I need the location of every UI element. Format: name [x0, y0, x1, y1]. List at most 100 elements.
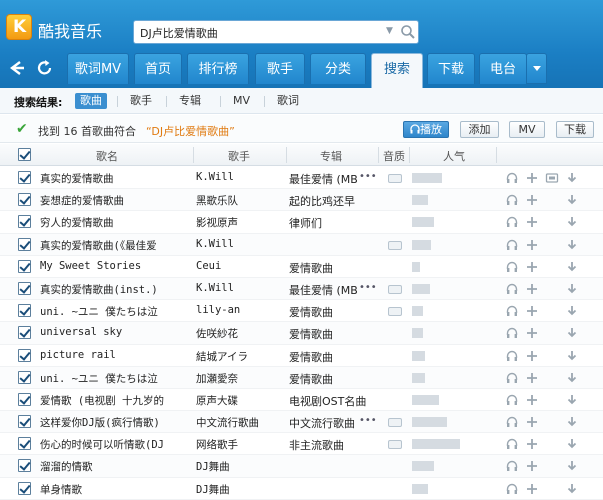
table-row[interactable]: uni. ~ユニ 僕たちは泣 lily-an 爱情歌曲 [0, 300, 603, 323]
song-artist[interactable]: lily-an [196, 304, 282, 316]
add-plus-icon[interactable] [525, 415, 539, 429]
download-arrow-icon[interactable] [565, 171, 579, 185]
listen-headphone-icon[interactable] [505, 482, 519, 496]
song-artist[interactable]: 原声大碟 [196, 393, 282, 408]
tab-6[interactable]: 下载 [427, 53, 475, 84]
add-plus-icon[interactable] [525, 437, 539, 451]
song-artist[interactable]: DJ舞曲 [196, 482, 282, 497]
song-artist[interactable]: DJ舞曲 [196, 459, 282, 474]
song-album[interactable]: 爱情歌曲 [289, 349, 371, 365]
download-arrow-icon[interactable] [565, 349, 579, 363]
row-checkbox[interactable] [18, 259, 31, 273]
download-arrow-icon[interactable] [565, 482, 579, 496]
table-row[interactable]: 溜溜的情歌 DJ舞曲 [0, 455, 603, 478]
add-plus-icon[interactable] [525, 304, 539, 318]
download-button[interactable]: 下载 [556, 121, 594, 138]
table-row[interactable]: 这样爱你DJ版(疯行情歌) 中文流行歌曲 中文流行歌曲 ••• [0, 411, 603, 434]
tab-7[interactable]: 电台 [479, 53, 527, 84]
add-plus-icon[interactable] [525, 238, 539, 252]
add-plus-icon[interactable] [525, 171, 539, 185]
song-title[interactable]: 穷人的爱情歌曲 [40, 215, 190, 230]
download-arrow-icon[interactable] [565, 371, 579, 385]
download-arrow-icon[interactable] [565, 304, 579, 318]
song-artist[interactable]: K.Will [196, 282, 282, 294]
add-plus-icon[interactable] [525, 482, 539, 496]
song-artist[interactable]: 中文流行歌曲 [196, 415, 282, 430]
listen-headphone-icon[interactable] [505, 437, 519, 451]
song-title[interactable]: 溜溜的情歌 [40, 459, 190, 474]
refresh-icon[interactable] [34, 58, 56, 78]
filter-4[interactable]: 歌词 [272, 93, 304, 109]
song-album[interactable]: 爱情歌曲 [289, 371, 371, 387]
song-artist[interactable]: 影视原声 [196, 215, 282, 230]
download-arrow-icon[interactable] [565, 193, 579, 207]
add-plus-icon[interactable] [525, 215, 539, 229]
add-button[interactable]: 添加 [460, 121, 499, 138]
song-title[interactable]: 这样爱你DJ版(疯行情歌) [40, 415, 190, 430]
kuwo-logo-icon[interactable]: K [6, 14, 32, 40]
song-title[interactable]: 真实的爱情歌曲 [40, 171, 190, 186]
song-title[interactable]: 伤心的时候可以听情歌(DJ [40, 437, 190, 452]
row-checkbox[interactable] [18, 215, 31, 229]
tab-5[interactable]: 搜索 [371, 53, 423, 88]
download-arrow-icon[interactable] [565, 260, 579, 274]
table-row[interactable]: 单身情歌 DJ舞曲 [0, 478, 603, 500]
select-all-checkbox[interactable] [18, 148, 31, 161]
song-album[interactable]: 起的比鸡还早 [289, 193, 371, 209]
listen-headphone-icon[interactable] [505, 371, 519, 385]
tab-2[interactable]: 排行榜 [187, 53, 249, 84]
add-plus-icon[interactable] [525, 393, 539, 407]
row-checkbox[interactable] [18, 171, 31, 184]
add-plus-icon[interactable] [525, 193, 539, 207]
download-arrow-icon[interactable] [565, 326, 579, 340]
table-row[interactable]: My Sweet Stories Ceui 爱情歌曲 [0, 256, 603, 278]
song-title[interactable]: 爱情歌 (电视剧 十九岁的 [40, 393, 190, 408]
column-popularity[interactable]: 人气 [443, 148, 465, 164]
song-artist[interactable]: K.Will [196, 238, 282, 250]
song-artist[interactable]: 黑歌乐队 [196, 193, 282, 208]
row-checkbox[interactable] [18, 437, 31, 451]
more-tabs-button[interactable] [526, 53, 547, 84]
column-artist[interactable]: 歌手 [228, 148, 250, 164]
download-arrow-icon[interactable] [565, 238, 579, 252]
song-artist[interactable]: 佐咲紗花 [196, 326, 282, 341]
table-row[interactable]: universal sky 佐咲紗花 爱情歌曲 [0, 322, 603, 345]
search-input[interactable] [140, 24, 380, 41]
listen-headphone-icon[interactable] [505, 282, 519, 296]
mv-button[interactable]: MV [509, 121, 545, 138]
back-arrow-icon[interactable] [6, 58, 28, 78]
listen-headphone-icon[interactable] [505, 415, 519, 429]
row-checkbox[interactable] [18, 304, 31, 318]
song-title[interactable]: universal sky [40, 326, 190, 338]
add-plus-icon[interactable] [525, 260, 539, 274]
download-arrow-icon[interactable] [565, 415, 579, 429]
download-arrow-icon[interactable] [565, 215, 579, 229]
table-row[interactable]: 穷人的爱情歌曲 影视原声 律师们 [0, 211, 603, 234]
song-artist[interactable]: 加瀬愛奈 [196, 371, 282, 386]
listen-headphone-icon[interactable] [505, 238, 519, 252]
listen-headphone-icon[interactable] [505, 393, 519, 407]
song-title[interactable]: 妄想症的爱情歌曲 [40, 193, 190, 208]
song-album[interactable]: 电视剧OST名曲 [289, 393, 371, 409]
add-plus-icon[interactable] [525, 349, 539, 363]
tab-1[interactable]: 首页 [134, 53, 182, 84]
add-plus-icon[interactable] [525, 371, 539, 385]
song-title[interactable]: 真实的爱情歌曲(《最佳爱 [40, 238, 190, 253]
song-title[interactable]: uni. ~ユニ 僕たちは泣 [40, 371, 190, 386]
song-artist[interactable]: K.Will [196, 171, 282, 183]
add-plus-icon[interactable] [525, 459, 539, 473]
table-row[interactable]: 真实的爱情歌曲 K.Will 最佳爱情 (MB ••• [0, 167, 603, 190]
listen-headphone-icon[interactable] [505, 193, 519, 207]
listen-headphone-icon[interactable] [505, 349, 519, 363]
song-title[interactable]: 真实的爱情歌曲(inst.) [40, 282, 190, 297]
mv-video-icon[interactable] [545, 171, 559, 185]
song-album[interactable]: 非主流歌曲 [289, 437, 371, 453]
song-artist[interactable]: 結城アイラ [196, 349, 282, 364]
table-row[interactable]: 爱情歌 (电视剧 十九岁的 原声大碟 电视剧OST名曲 [0, 389, 603, 412]
song-album[interactable]: 爱情歌曲 [289, 260, 371, 276]
tab-3[interactable]: 歌手 [255, 53, 305, 84]
listen-headphone-icon[interactable] [505, 459, 519, 473]
table-row[interactable]: 真实的爱情歌曲(《最佳爱 K.Will [0, 233, 603, 256]
table-row[interactable]: 伤心的时候可以听情歌(DJ 网络歌手 非主流歌曲 [0, 433, 603, 456]
download-arrow-icon[interactable] [565, 459, 579, 473]
